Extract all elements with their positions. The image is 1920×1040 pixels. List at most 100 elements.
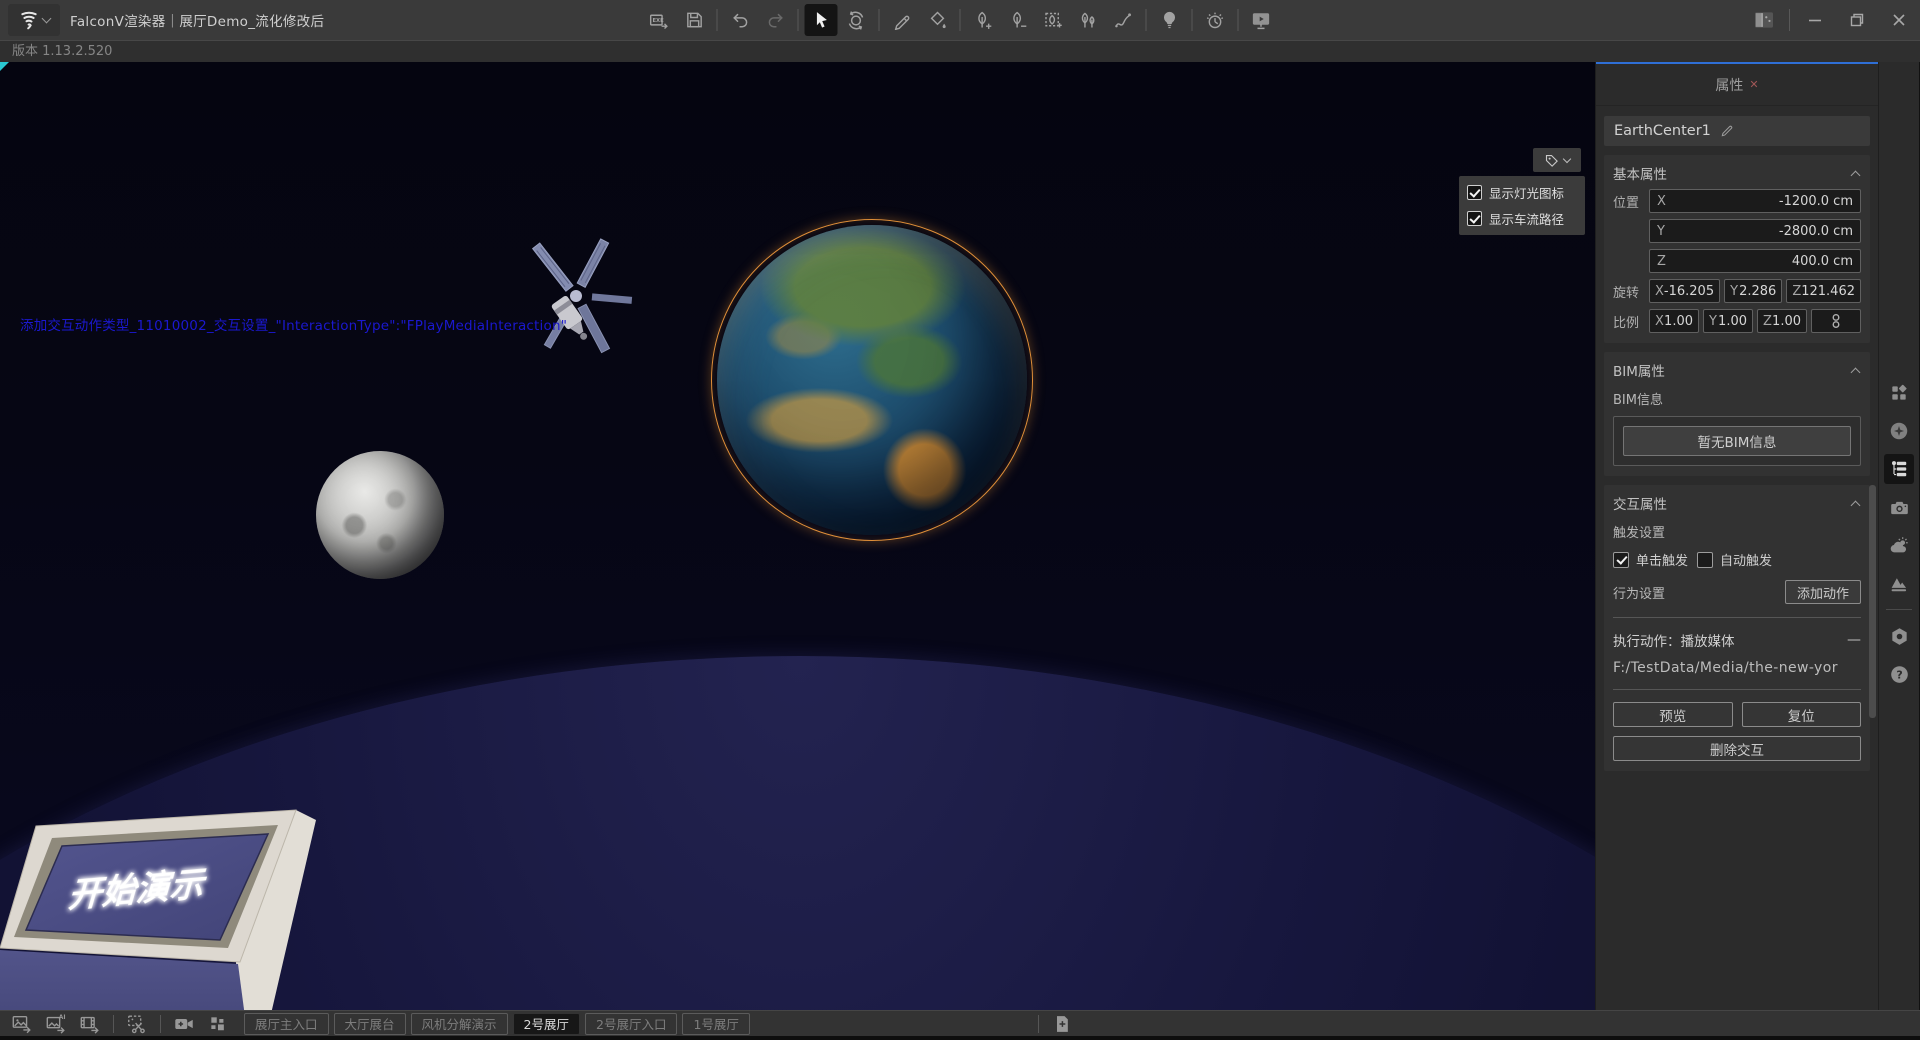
position-z-field[interactable]: Z 400.0 cm bbox=[1649, 249, 1861, 273]
section-header[interactable]: 交互属性 bbox=[1613, 493, 1861, 513]
edit-name-icon[interactable] bbox=[1720, 124, 1734, 138]
help-icon[interactable]: ? bbox=[1884, 659, 1914, 689]
minimize-button[interactable] bbox=[1794, 0, 1836, 40]
orbit-tool-icon[interactable] bbox=[840, 4, 873, 36]
hint-action: 聚焦选中物体 bbox=[14, 1008, 122, 1011]
section-header[interactable]: 基本属性 bbox=[1613, 163, 1861, 183]
app-logo-menu[interactable] bbox=[8, 4, 60, 36]
tab-close-icon[interactable]: ✕ bbox=[1749, 78, 1758, 91]
vegetation-select-icon[interactable] bbox=[1037, 4, 1070, 36]
outline-tree-icon[interactable] bbox=[1884, 454, 1914, 484]
presentation-tool-icon[interactable] bbox=[1245, 4, 1278, 36]
viewport-3d[interactable]: 添加交互动作类型_11010002_交互设置_"InteractionType"… bbox=[0, 62, 1595, 1010]
rotation-y-field[interactable]: Y 2.286 bbox=[1724, 279, 1782, 303]
vegetation-remove-icon[interactable] bbox=[1002, 4, 1035, 36]
collapse-icon[interactable] bbox=[1851, 170, 1861, 180]
checkbox-show-lights[interactable] bbox=[1467, 185, 1482, 200]
fill-tool-icon[interactable] bbox=[921, 4, 954, 36]
widgets-icon[interactable] bbox=[1884, 378, 1914, 408]
scale-link-toggle[interactable] bbox=[1811, 309, 1861, 333]
checkbox-show-traffic[interactable] bbox=[1467, 211, 1482, 226]
navigation-hints: 聚焦选中物体 F 沿物体环视 ALT + 拖拽场景 bbox=[14, 1006, 218, 1010]
scale-y-field[interactable]: Y 1.00 bbox=[1703, 309, 1753, 333]
scale-z-field[interactable]: Z 1.00 bbox=[1757, 309, 1807, 333]
remove-action-button[interactable]: — bbox=[1847, 632, 1861, 648]
grid-view-icon[interactable] bbox=[204, 1012, 232, 1036]
scene-tab[interactable]: 2号展厅入口 bbox=[585, 1013, 677, 1035]
pen-tool-icon[interactable] bbox=[886, 4, 919, 36]
bim-empty-button[interactable]: 暂无BIM信息 bbox=[1623, 426, 1851, 456]
version-label: 版本 1.13.2.520 bbox=[12, 44, 112, 59]
sphere-effect-icon[interactable] bbox=[1884, 416, 1914, 446]
trigger-click[interactable]: 单击触发 bbox=[1613, 550, 1688, 569]
scene-tab-strip: 展厅主入口 大厅展台 风机分解演示 2号展厅 2号展厅入口 1号展厅 bbox=[244, 1013, 750, 1035]
undo-icon[interactable] bbox=[724, 4, 757, 36]
delete-interaction-button[interactable]: 删除交互 bbox=[1613, 736, 1861, 761]
earth-object[interactable] bbox=[717, 225, 1027, 535]
svg-text:EXE: EXE bbox=[652, 18, 664, 24]
section-header[interactable]: BIM属性 bbox=[1613, 360, 1861, 380]
close-button[interactable] bbox=[1878, 0, 1920, 40]
weather-icon[interactable] bbox=[1884, 530, 1914, 560]
presentation-kiosk-object[interactable]: 开始演示 bbox=[0, 792, 320, 1010]
preview-button[interactable]: 预览 bbox=[1613, 702, 1733, 727]
basic-properties-section: 基本属性 位置 X -1200.0 cm Y bbox=[1604, 155, 1870, 343]
scene-tab[interactable]: 大厅展台 bbox=[334, 1013, 406, 1035]
scene-tab-active[interactable]: 2号展厅 bbox=[513, 1013, 580, 1035]
scrollbar-thumb[interactable] bbox=[1869, 485, 1876, 717]
path-tool-icon[interactable] bbox=[1107, 4, 1140, 36]
menu-item-show-traffic[interactable]: 显示车流路径 bbox=[1467, 209, 1577, 228]
svg-text:?: ? bbox=[1896, 668, 1902, 681]
ai-image-export-icon[interactable]: AI bbox=[42, 1012, 70, 1036]
redo-icon[interactable] bbox=[759, 4, 792, 36]
light-tool-icon[interactable] bbox=[1153, 4, 1186, 36]
properties-tab-bar[interactable]: 属性 ✕ bbox=[1596, 62, 1878, 106]
collapse-icon[interactable] bbox=[1851, 500, 1861, 510]
title-bar: FalconV渲染器｜展厅Demo_流化修改后 EXE bbox=[0, 0, 1920, 40]
display-options-button[interactable] bbox=[1533, 148, 1581, 172]
image-export-icon[interactable] bbox=[8, 1012, 36, 1036]
add-scene-icon[interactable] bbox=[1048, 1012, 1076, 1036]
add-camera-icon[interactable] bbox=[170, 1012, 198, 1036]
camera-icon[interactable] bbox=[1884, 492, 1914, 522]
vegetation-group-icon[interactable] bbox=[1072, 4, 1105, 36]
menu-item-show-lights[interactable]: 显示灯光图标 bbox=[1467, 183, 1577, 202]
screenshot-crop-icon[interactable] bbox=[123, 1012, 151, 1036]
scale-x-field[interactable]: X 1.00 bbox=[1649, 309, 1699, 333]
export-exe-icon[interactable]: EXE bbox=[643, 4, 676, 36]
moon-object[interactable] bbox=[316, 451, 444, 579]
scale-label: 比例 bbox=[1613, 312, 1649, 331]
section-title: 基本属性 bbox=[1613, 163, 1667, 183]
add-action-button[interactable]: 添加动作 bbox=[1785, 580, 1861, 604]
reset-button[interactable]: 复位 bbox=[1742, 702, 1862, 727]
rotation-x-field[interactable]: X -16.205 bbox=[1649, 279, 1720, 303]
scene-tab[interactable]: 1号展厅 bbox=[682, 1013, 749, 1035]
maximize-button[interactable] bbox=[1836, 0, 1878, 40]
scene-tab[interactable]: 风机分解演示 bbox=[411, 1013, 508, 1035]
terrain-icon[interactable] bbox=[1884, 568, 1914, 598]
checkbox-label: 单击触发 bbox=[1636, 550, 1688, 569]
position-y-field[interactable]: Y -2800.0 cm bbox=[1649, 219, 1861, 243]
checkbox-label: 显示车流路径 bbox=[1489, 209, 1564, 228]
rotation-z-field[interactable]: Z 121.462 bbox=[1786, 279, 1861, 303]
select-tool-icon[interactable] bbox=[805, 4, 838, 36]
position-x-field[interactable]: X -1200.0 cm bbox=[1649, 189, 1861, 213]
save-icon[interactable] bbox=[678, 4, 711, 36]
viewport-corner-marker bbox=[0, 62, 9, 71]
tag-icon bbox=[1544, 153, 1559, 168]
settings-icon[interactable] bbox=[1884, 621, 1914, 651]
collapse-icon[interactable] bbox=[1851, 367, 1861, 377]
video-export-icon[interactable] bbox=[76, 1012, 104, 1036]
checkbox-auto-trigger[interactable] bbox=[1697, 552, 1713, 568]
bim-properties-section: BIM属性 BIM信息 暂无BIM信息 bbox=[1604, 352, 1870, 476]
scene-tab[interactable]: 展厅主入口 bbox=[244, 1013, 329, 1035]
position-label: 位置 bbox=[1613, 192, 1649, 211]
vegetation-add-icon[interactable] bbox=[967, 4, 1000, 36]
time-tool-icon[interactable] bbox=[1199, 4, 1232, 36]
right-icon-rail: ? bbox=[1878, 62, 1919, 1010]
satellite-object[interactable] bbox=[510, 220, 650, 375]
trigger-auto[interactable]: 自动触发 bbox=[1697, 550, 1772, 569]
panel-layout-icon[interactable] bbox=[1743, 0, 1785, 40]
checkbox-click-trigger[interactable] bbox=[1613, 552, 1629, 568]
panel-scrollbar[interactable] bbox=[1869, 110, 1876, 1004]
